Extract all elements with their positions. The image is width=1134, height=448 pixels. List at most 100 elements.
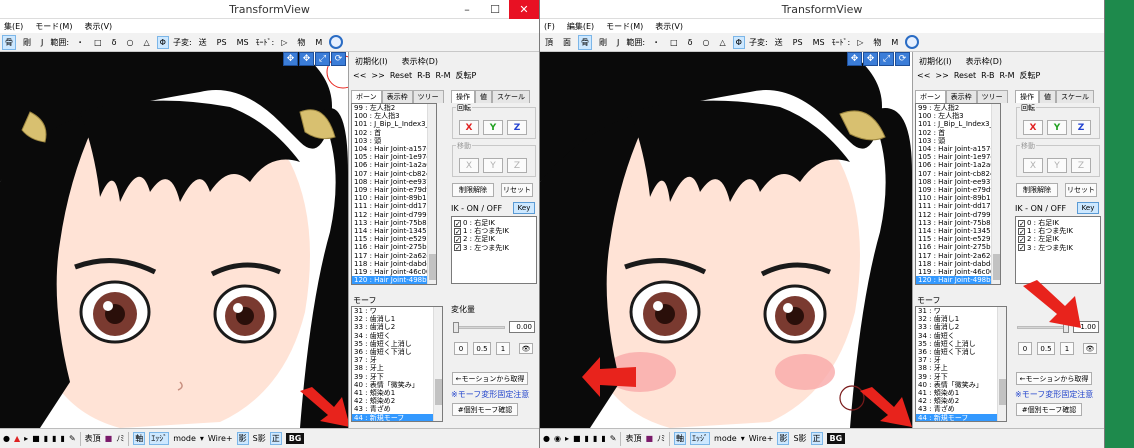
from-motion-button[interactable]: ←モーションから取得 [1016,372,1092,385]
bb-wire[interactable]: Wire+ [208,434,233,443]
tb-point[interactable]: ・ [73,35,87,50]
rm-button[interactable]: R-M [436,71,451,80]
move-y-button[interactable]: Y [483,158,503,173]
reset-button[interactable]: Reset [954,71,976,80]
next-button[interactable]: >> [371,71,384,80]
list-item[interactable]: 42 : 頬染め2 [916,397,1006,405]
bb-edge[interactable]: ｴｯｼﾞ [149,432,170,445]
zoom-gizmo-icon[interactable]: ⤢ [315,52,330,66]
list-item[interactable]: 111 : Hair Joint-dd17bf [352,202,436,210]
bb-vertex[interactable]: 表頂 [625,433,641,444]
bone-list[interactable]: 99 : 左人指2 100 : 左人指3 101 : J_Bip_L_Index3_… [351,103,437,285]
menu-file[interactable]: (F) [544,22,555,31]
tb-rect[interactable]: □ [667,36,681,49]
tab-bone[interactable]: ボーン [351,90,382,103]
prev-button[interactable]: << [917,71,930,80]
tb-send[interactable]: 送 [196,35,210,50]
individual-morph-confirm-button[interactable]: #個別モーフ確認 [1016,403,1082,416]
list-item[interactable]: 112 : Hair Joint-d799d9 [352,211,436,219]
list-item[interactable]: 102 : 首 [916,129,1000,137]
menu-edit[interactable]: 編集(E) [567,21,594,32]
menu-init[interactable]: 初期化(I) [919,56,952,67]
tab-tree[interactable]: ツリー [976,90,1008,103]
list-item[interactable]: 99 : 左人指2 [916,104,1000,112]
pan-gizmo-icon[interactable]: ✥ [299,52,314,66]
tb-point[interactable]: ・ [649,35,663,50]
list-item[interactable]: 40 : 表情「微笑み」 [916,381,1006,389]
pan-gizmo-icon[interactable]: ✥ [863,52,878,66]
rotate-gizmo-icon[interactable]: ⟳ [331,52,346,66]
tb-rect[interactable]: □ [91,36,105,49]
tb-circle[interactable]: ○ [700,36,713,49]
bb-bg[interactable]: BG [826,433,846,444]
tab-display-frame[interactable]: 表示枠 [381,90,413,103]
list-item[interactable]: 43 : 青ざめ [916,405,1006,413]
rm-button[interactable]: R-M [1000,71,1015,80]
list-item[interactable]: 36 : 歯短く下消し [352,348,442,356]
move-gizmo-icon[interactable]: ✥ [847,52,862,66]
list-item[interactable]: 116 : Hair Joint-275bba [916,243,1000,251]
list-item[interactable]: 37 : 牙 [352,356,442,364]
rb-button[interactable]: R-B [417,71,430,80]
mode-dropdown-icon[interactable]: ▾ [741,434,745,443]
ik-item-left-toe[interactable]: ✓ 3 : 左つま先IK [454,244,536,252]
list-item[interactable]: 101 : J_Bip_L_Index3_en [916,120,1000,128]
list-item[interactable]: 112 : Hair Joint-d799d9 [916,211,1000,219]
tb-ps[interactable]: PS [790,36,806,49]
ik-key-button[interactable]: Key [1077,202,1099,214]
tb-face[interactable]: 面 [560,35,574,50]
ik-item-left-foot[interactable]: ✓ 2 : 左足IK [454,235,536,244]
tb-phi[interactable]: Φ [732,35,745,49]
tb-triangle[interactable]: △ [717,36,729,49]
list-item[interactable]: 102 : 首 [352,129,436,137]
preset-1-button[interactable]: 1 [496,342,510,355]
move-z-button[interactable]: Z [507,158,527,173]
list-item[interactable]: 40 : 表情「微笑み」 [352,381,442,389]
limit-release-button[interactable]: 制限解除 [1016,183,1058,197]
move-x-button[interactable]: X [1023,158,1043,173]
list-item[interactable]: 34 : 歯短く [352,332,442,340]
morph-list[interactable]: 31 : ワ 32 : 歯消し1 33 : 歯消し2 34 : 歯短く 35 : 歯短く… [351,306,443,422]
ik-item-right-foot[interactable]: ✓ 0 : 右足IK [454,219,536,227]
list-item[interactable]: 107 : Hair Joint-cb8244 [352,170,436,178]
tb-rigid[interactable]: 剛 [20,35,34,50]
tb-ms[interactable]: MS [234,36,252,49]
tb-triangle[interactable]: △ [141,36,153,49]
bb-nomi[interactable]: ﾉﾐ [116,433,124,444]
ik-item-right-foot[interactable]: ✓ 0 : 右足IK [1018,219,1100,227]
list-item[interactable]: 39 : 牙下 [352,373,442,381]
list-item[interactable]: 100 : 左人指3 [916,112,1000,120]
tb-phi[interactable]: Φ [156,35,169,49]
menu-mode[interactable]: モード(M) [606,21,643,32]
list-item[interactable]: 31 : ワ [916,307,1006,315]
list-item[interactable]: 37 : 牙 [916,356,1006,364]
tb-delta[interactable]: δ [685,36,696,49]
move-z-button[interactable]: Z [1071,158,1091,173]
list-item[interactable]: 108 : Hair Joint-ee937c [916,178,1000,186]
tb-rigid[interactable]: 剛 [596,35,610,50]
tab-operation[interactable]: 操作 [451,90,475,103]
triangle-icon[interactable]: ▲ [14,434,20,443]
list-item[interactable]: 119 : Hair Joint-46c009 [352,268,436,276]
list-item[interactable]: 108 : Hair Joint-ee937c [352,178,436,186]
tb-ps[interactable]: PS [214,36,230,49]
rotate-gizmo-icon[interactable]: ⟳ [895,52,910,66]
list-item[interactable]: 120 : Hair Joint-498b27 [916,276,1000,284]
list-item[interactable]: 41 : 頬染め1 [352,389,442,397]
dot-icon[interactable]: ● [543,434,550,443]
tab-display-frame[interactable]: 表示枠 [945,90,977,103]
bb-edge[interactable]: ｴｯｼﾞ [690,432,711,445]
menu-init[interactable]: 初期化(I) [355,56,388,67]
tab-value[interactable]: 値 [1039,90,1056,103]
3d-viewport[interactable]: ✥ ✥ ⤢ ⟳ [540,52,912,428]
bar2-icon[interactable]: ▮ [52,434,56,443]
list-item[interactable]: 114 : Hair Joint-1345dd [916,227,1000,235]
bb-axis[interactable]: 軸 [674,432,687,445]
flip-p-button[interactable]: 反転P [456,70,477,81]
tab-value[interactable]: 値 [475,90,492,103]
tb-send[interactable]: 送 [772,35,786,50]
list-item[interactable]: 111 : Hair Joint-dd17bf [916,202,1000,210]
individual-morph-confirm-button[interactable]: #個別モーフ確認 [452,403,518,416]
morph-list-scrollbar[interactable] [433,307,442,421]
tb-m[interactable]: M [312,36,325,49]
